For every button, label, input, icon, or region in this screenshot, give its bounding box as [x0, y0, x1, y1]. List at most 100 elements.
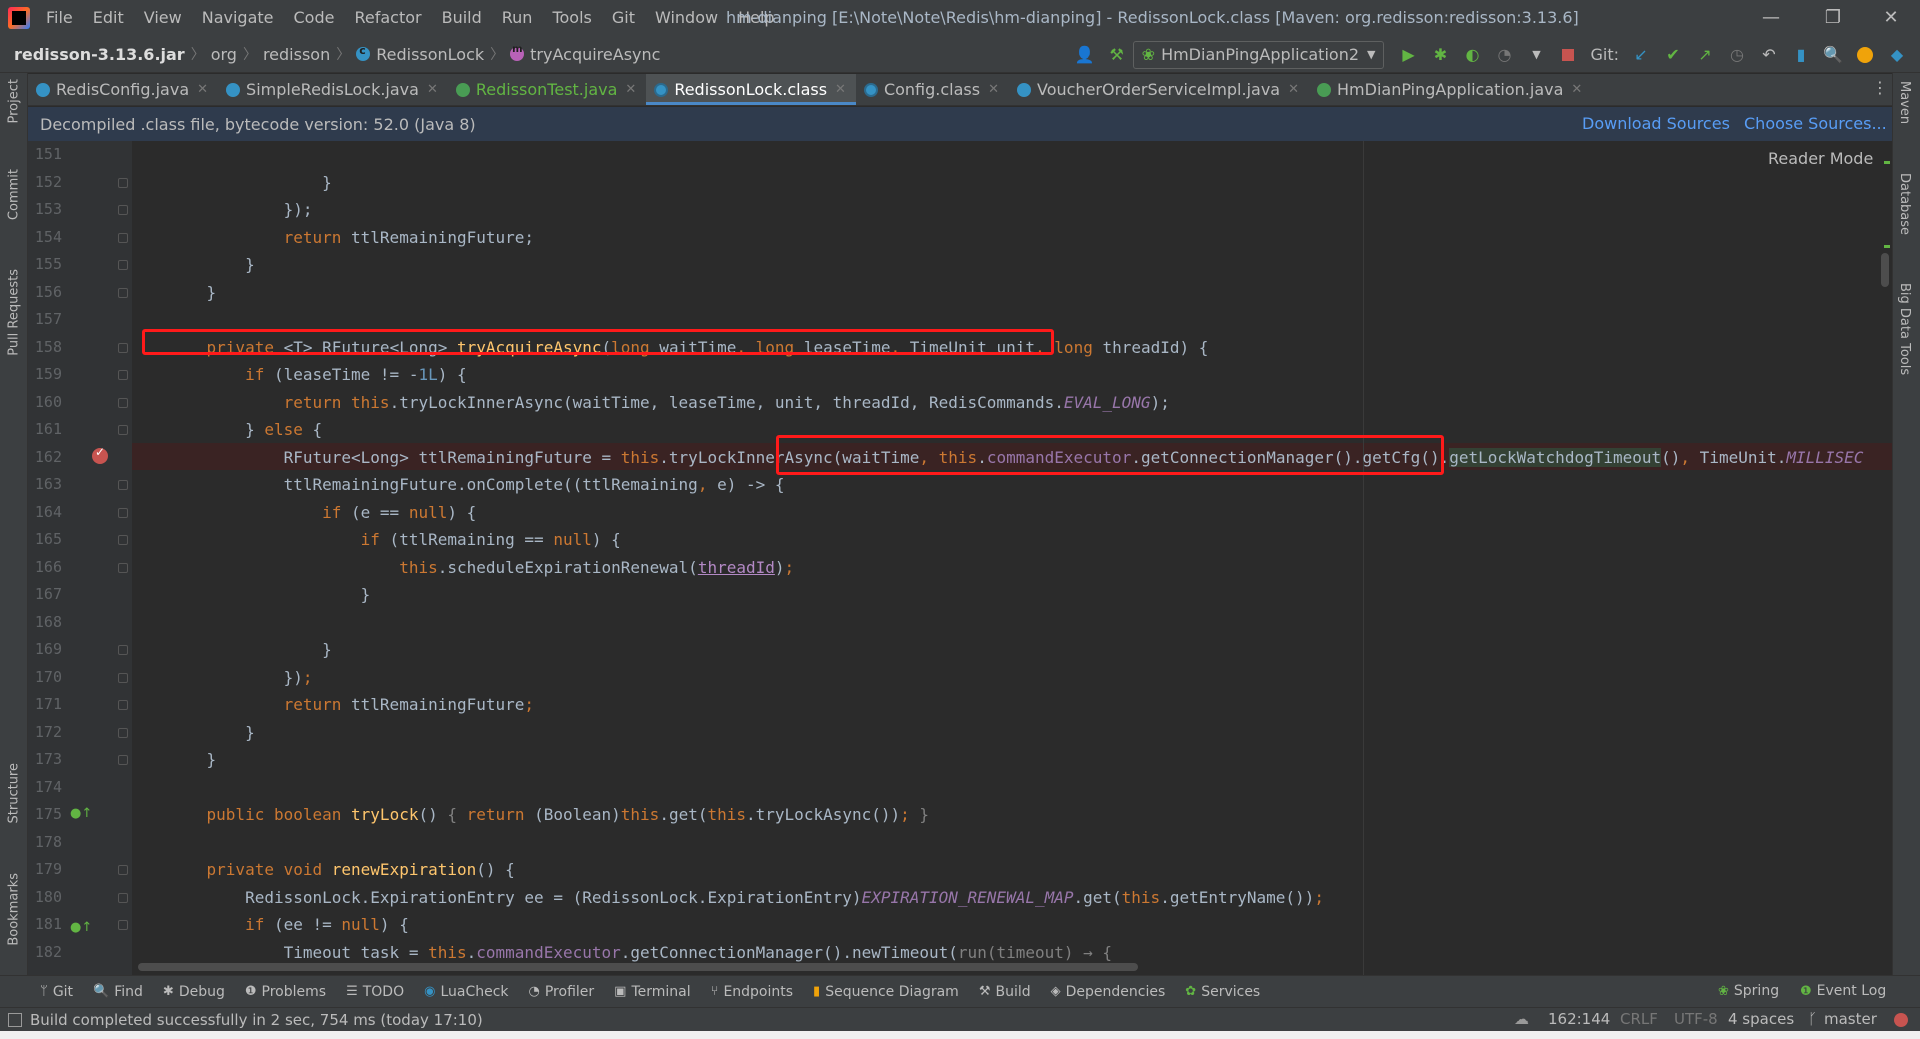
more-tabs-icon[interactable]: ⋮	[1872, 78, 1888, 97]
vcs-operations-icon[interactable]: ▮	[1788, 42, 1814, 68]
error-indicator-icon[interactable]	[1894, 1013, 1908, 1027]
tab-hmdianpingapplication[interactable]: HmDianPingApplication.java ✕	[1309, 74, 1592, 105]
tab-simpleredislock[interactable]: SimpleRedisLock.java ✕	[218, 74, 448, 105]
override-icon[interactable]: ●↑	[70, 806, 92, 821]
indent-setting[interactable]: 4 spaces	[1728, 1010, 1794, 1028]
fold-marker-icon[interactable]	[118, 645, 128, 655]
tool-big-data-tools[interactable]: Big Data Tools	[1897, 283, 1912, 375]
menu-edit[interactable]: Edit	[89, 0, 128, 36]
tool-build[interactable]: ⚒ Build	[975, 984, 1035, 1000]
fold-marker-icon[interactable]	[118, 425, 128, 435]
tab-config[interactable]: Config.class ✕	[856, 74, 1009, 105]
vertical-scrollbar[interactable]	[1881, 253, 1889, 287]
profile-icon[interactable]: ◔	[1491, 42, 1517, 68]
git-commit-icon[interactable]: ✔	[1660, 42, 1686, 68]
tool-luacheck[interactable]: ◉ LuaCheck	[420, 984, 512, 1000]
fold-marker-icon[interactable]	[118, 892, 128, 903]
rollback-icon[interactable]: ↶	[1756, 42, 1782, 68]
error-stripe-mark[interactable]	[1884, 245, 1890, 248]
user-icon[interactable]: 👤	[1072, 42, 1098, 68]
fold-marker-icon[interactable]	[118, 920, 128, 930]
tab-voucherorderserviceimpl[interactable]: VoucherOrderServiceImpl.java ✕	[1009, 74, 1309, 105]
breadcrumb-method[interactable]: tryAcquireAsync	[510, 44, 660, 64]
horizontal-scrollbar[interactable]	[138, 963, 1138, 971]
tool-window-toggle-icon[interactable]	[8, 1012, 22, 1027]
file-encoding[interactable]: UTF-8	[1674, 1010, 1718, 1028]
menu-code[interactable]: Code	[290, 0, 339, 36]
tab-redisconfig[interactable]: RedisConfig.java ✕	[28, 74, 218, 105]
close-icon[interactable]: ✕	[427, 82, 438, 97]
fold-marker-icon[interactable]	[118, 507, 128, 518]
tab-redissontest[interactable]: RedissonTest.java ✕	[448, 74, 646, 105]
tool-services[interactable]: ✿ Services	[1181, 984, 1264, 1000]
fold-marker-icon[interactable]	[118, 177, 128, 188]
debug-icon[interactable]: ✱	[1427, 42, 1453, 68]
git-push-icon[interactable]: ↗	[1692, 42, 1718, 68]
fold-marker-icon[interactable]	[118, 287, 128, 298]
tool-bookmarks[interactable]: Bookmarks	[2, 873, 26, 946]
tool-structure[interactable]: Structure	[2, 763, 26, 823]
fold-marker-icon[interactable]	[118, 397, 128, 408]
error-stripe-mark[interactable]	[1884, 161, 1890, 164]
menu-tools[interactable]: Tools	[548, 0, 595, 36]
tool-find[interactable]: 🔍 Find	[89, 984, 147, 1000]
fold-marker-icon[interactable]	[118, 755, 128, 765]
reader-mode-button[interactable]: Reader Mode	[1768, 149, 1873, 168]
run-configuration-select[interactable]: ❀ HmDianPingApplication2 ▼	[1132, 40, 1385, 69]
git-update-icon[interactable]: ↙	[1628, 42, 1654, 68]
restore-button[interactable]: ❐	[1810, 0, 1856, 36]
tool-problems[interactable]: ❶ Problems	[241, 984, 330, 1000]
tool-endpoints[interactable]: ⑂ Endpoints	[707, 984, 797, 1000]
menu-build[interactable]: Build	[438, 0, 486, 36]
tool-maven[interactable]: Maven	[1897, 81, 1912, 124]
close-icon[interactable]: ✕	[1571, 82, 1582, 97]
tool-database[interactable]: Database	[1897, 173, 1912, 235]
build-hammer-icon[interactable]: ⚒	[1104, 42, 1130, 68]
breadcrumb-jar[interactable]: redisson-3.13.6.jar	[14, 45, 185, 64]
tool-pull-requests[interactable]: Pull Requests	[2, 269, 26, 356]
menu-navigate[interactable]: Navigate	[198, 0, 278, 36]
fold-marker-icon[interactable]	[118, 700, 128, 710]
fold-marker-icon[interactable]	[118, 480, 128, 490]
fold-marker-icon[interactable]	[118, 370, 128, 380]
fold-marker-icon[interactable]	[118, 232, 128, 243]
menu-window[interactable]: Window	[651, 0, 722, 36]
tool-project[interactable]: Project	[2, 79, 26, 123]
fold-marker-icon[interactable]	[118, 535, 128, 545]
tool-event-log[interactable]: ❶ Event Log	[1796, 983, 1890, 999]
fold-marker-icon[interactable]	[118, 205, 128, 215]
close-window-button[interactable]: ✕	[1868, 0, 1914, 36]
tab-redissonlock[interactable]: RedissonLock.class ✕	[646, 74, 856, 105]
search-icon[interactable]: 🔍	[1820, 42, 1846, 68]
fold-marker-icon[interactable]	[118, 562, 128, 573]
fold-marker-icon[interactable]	[118, 865, 128, 875]
coverage-icon[interactable]: ◐	[1459, 42, 1485, 68]
close-icon[interactable]: ✕	[835, 82, 846, 97]
menu-refactor[interactable]: Refactor	[350, 0, 425, 36]
tool-sequence-diagram[interactable]: ▮ Sequence Diagram	[809, 984, 963, 1000]
close-icon[interactable]: ✕	[625, 82, 636, 97]
plugin-icon[interactable]: ◆	[1884, 42, 1910, 68]
choose-sources-link[interactable]: Choose Sources...	[1744, 114, 1887, 133]
close-icon[interactable]: ✕	[1288, 82, 1299, 97]
stop-icon[interactable]	[1555, 42, 1581, 68]
history-icon[interactable]: ◷	[1724, 42, 1750, 68]
menu-run[interactable]: Run	[498, 0, 537, 36]
tool-todo[interactable]: ☰ TODO	[342, 984, 408, 1000]
fold-marker-icon[interactable]	[118, 672, 128, 683]
breadcrumb-class[interactable]: RedissonLock	[356, 44, 484, 64]
override-icon[interactable]: ●↑	[70, 920, 92, 935]
tool-terminal[interactable]: ▣ Terminal	[610, 984, 694, 1000]
tool-git[interactable]: ᛘ Git	[36, 984, 77, 1000]
line-separator[interactable]: CRLF	[1620, 1010, 1658, 1028]
caret-position[interactable]: 162:144	[1548, 1010, 1610, 1028]
git-branch[interactable]: master	[1824, 1010, 1877, 1028]
close-icon[interactable]: ✕	[988, 82, 999, 97]
breadcrumb-redisson[interactable]: redisson	[263, 45, 330, 64]
tool-spring[interactable]: ❀ Spring	[1714, 983, 1783, 999]
more-run-icon[interactable]: ▼	[1523, 42, 1549, 68]
close-icon[interactable]: ✕	[197, 82, 208, 97]
menu-file[interactable]: File	[42, 0, 77, 36]
code-editor[interactable]: Reader Mode ●↑ ●↑ } }); return ttlRemain…	[28, 141, 1892, 975]
run-icon[interactable]: ▶	[1395, 42, 1421, 68]
